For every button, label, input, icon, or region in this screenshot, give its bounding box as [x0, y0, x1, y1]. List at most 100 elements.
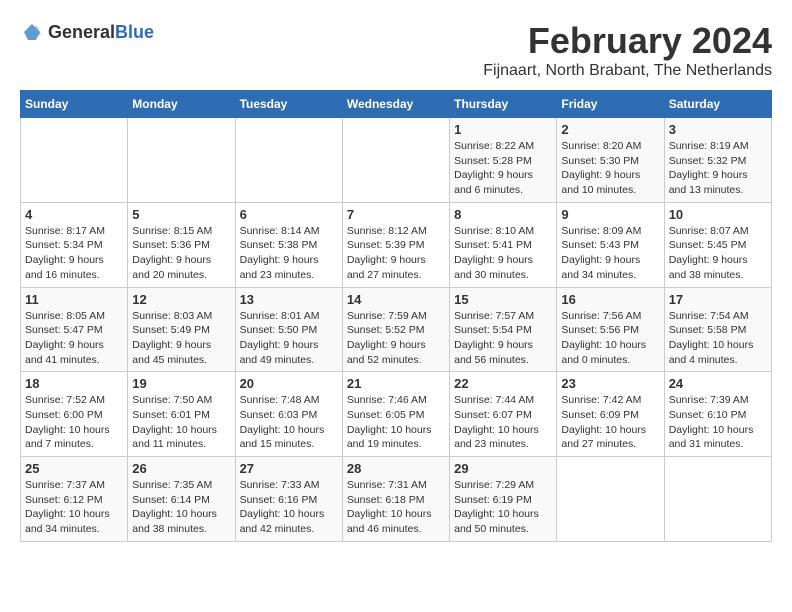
day-info: Sunrise: 8:03 AM Sunset: 5:49 PM Dayligh… — [132, 309, 230, 368]
logo: GeneralBlue — [20, 20, 154, 44]
calendar-cell: 25 Sunrise: 7:37 AM Sunset: 6:12 PM Dayli… — [21, 457, 128, 542]
calendar-cell: 14Sunrise: 7:59 AM Sunset: 5:52 PM Dayli… — [342, 287, 449, 372]
day-info: Sunrise: 8:20 AM Sunset: 5:30 PM Dayligh… — [561, 139, 659, 198]
calendar-cell — [342, 118, 449, 203]
day-number: 1 — [454, 122, 552, 137]
logo-text: GeneralBlue — [48, 22, 154, 43]
logo-general: General — [48, 22, 115, 42]
day-info: Sunrise: 8:10 AM Sunset: 5:41 PM Dayligh… — [454, 224, 552, 283]
calendar-cell: 9Sunrise: 8:09 AM Sunset: 5:43 PM Daylig… — [557, 202, 664, 287]
calendar-cell — [557, 457, 664, 542]
calendar-cell: 3 Sunrise: 8:19 AM Sunset: 5:32 PM Daylig… — [664, 118, 771, 203]
calendar-cell: 16 Sunrise: 7:56 AM Sunset: 5:56 PM Dayli… — [557, 287, 664, 372]
calendar-body: 1 Sunrise: 8:22 AM Sunset: 5:28 PM Daylig… — [21, 118, 772, 542]
day-number: 11 — [25, 292, 123, 307]
calendar-cell: 22 Sunrise: 7:44 AM Sunset: 6:07 PM Dayli… — [450, 372, 557, 457]
weekday-header-monday: Monday — [128, 91, 235, 118]
day-number: 21 — [347, 376, 445, 391]
day-info: Sunrise: 7:33 AM Sunset: 6:16 PM Dayligh… — [240, 478, 338, 537]
calendar-cell — [21, 118, 128, 203]
weekday-header-saturday: Saturday — [664, 91, 771, 118]
day-number: 16 — [561, 292, 659, 307]
day-number: 15 — [454, 292, 552, 307]
day-info: Sunrise: 7:52 AM Sunset: 6:00 PM Dayligh… — [25, 393, 123, 452]
day-number: 14 — [347, 292, 445, 307]
day-number: 4 — [25, 207, 123, 222]
calendar-table: SundayMondayTuesdayWednesdayThursdayFrid… — [20, 90, 772, 542]
day-number: 19 — [132, 376, 230, 391]
day-info: Sunrise: 7:42 AM Sunset: 6:09 PM Dayligh… — [561, 393, 659, 452]
calendar-cell: 2 Sunrise: 8:20 AM Sunset: 5:30 PM Daylig… — [557, 118, 664, 203]
weekday-header-wednesday: Wednesday — [342, 91, 449, 118]
calendar-cell: 27 Sunrise: 7:33 AM Sunset: 6:16 PM Dayli… — [235, 457, 342, 542]
day-number: 18 — [25, 376, 123, 391]
calendar-cell: 26 Sunrise: 7:35 AM Sunset: 6:14 PM Dayli… — [128, 457, 235, 542]
day-number: 3 — [669, 122, 767, 137]
calendar-cell: 23Sunrise: 7:42 AM Sunset: 6:09 PM Dayli… — [557, 372, 664, 457]
day-info: Sunrise: 7:29 AM Sunset: 6:19 PM Dayligh… — [454, 478, 552, 537]
day-info: Sunrise: 7:35 AM Sunset: 6:14 PM Dayligh… — [132, 478, 230, 537]
calendar-cell: 19 Sunrise: 7:50 AM Sunset: 6:01 PM Dayli… — [128, 372, 235, 457]
day-info: Sunrise: 7:56 AM Sunset: 5:56 PM Dayligh… — [561, 309, 659, 368]
calendar-cell: 13Sunrise: 8:01 AM Sunset: 5:50 PM Dayli… — [235, 287, 342, 372]
calendar-cell: 4 Sunrise: 8:17 AM Sunset: 5:34 PM Daylig… — [21, 202, 128, 287]
day-number: 9 — [561, 207, 659, 222]
day-info: Sunrise: 7:50 AM Sunset: 6:01 PM Dayligh… — [132, 393, 230, 452]
day-info: Sunrise: 8:17 AM Sunset: 5:34 PM Dayligh… — [25, 224, 123, 283]
day-number: 28 — [347, 461, 445, 476]
day-info: Sunrise: 7:44 AM Sunset: 6:07 PM Dayligh… — [454, 393, 552, 452]
day-number: 10 — [669, 207, 767, 222]
calendar-cell — [128, 118, 235, 203]
day-number: 17 — [669, 292, 767, 307]
day-info: Sunrise: 7:54 AM Sunset: 5:58 PM Dayligh… — [669, 309, 767, 368]
day-number: 24 — [669, 376, 767, 391]
day-number: 7 — [347, 207, 445, 222]
day-number: 26 — [132, 461, 230, 476]
calendar-header: SundayMondayTuesdayWednesdayThursdayFrid… — [21, 91, 772, 118]
calendar-cell: 11Sunrise: 8:05 AM Sunset: 5:47 PM Dayli… — [21, 287, 128, 372]
calendar-cell: 5 Sunrise: 8:15 AM Sunset: 5:36 PM Daylig… — [128, 202, 235, 287]
calendar-cell: 15Sunrise: 7:57 AM Sunset: 5:54 PM Dayli… — [450, 287, 557, 372]
calendar-cell: 6Sunrise: 8:14 AM Sunset: 5:38 PM Daylig… — [235, 202, 342, 287]
day-info: Sunrise: 8:07 AM Sunset: 5:45 PM Dayligh… — [669, 224, 767, 283]
day-number: 25 — [25, 461, 123, 476]
day-info: Sunrise: 7:46 AM Sunset: 6:05 PM Dayligh… — [347, 393, 445, 452]
day-info: Sunrise: 8:14 AM Sunset: 5:38 PM Dayligh… — [240, 224, 338, 283]
day-info: Sunrise: 7:39 AM Sunset: 6:10 PM Dayligh… — [669, 393, 767, 452]
calendar-cell: 12 Sunrise: 8:03 AM Sunset: 5:49 PM Dayli… — [128, 287, 235, 372]
calendar-cell: 20Sunrise: 7:48 AM Sunset: 6:03 PM Dayli… — [235, 372, 342, 457]
day-number: 5 — [132, 207, 230, 222]
logo-blue: Blue — [115, 22, 154, 42]
day-info: Sunrise: 7:37 AM Sunset: 6:12 PM Dayligh… — [25, 478, 123, 537]
day-info: Sunrise: 7:31 AM Sunset: 6:18 PM Dayligh… — [347, 478, 445, 537]
calendar-cell: 7 Sunrise: 8:12 AM Sunset: 5:39 PM Daylig… — [342, 202, 449, 287]
day-number: 22 — [454, 376, 552, 391]
day-number: 27 — [240, 461, 338, 476]
day-info: Sunrise: 8:19 AM Sunset: 5:32 PM Dayligh… — [669, 139, 767, 198]
calendar-cell — [664, 457, 771, 542]
day-info: Sunrise: 8:22 AM Sunset: 5:28 PM Dayligh… — [454, 139, 552, 198]
header: GeneralBlue February 2024 Fijnaart, Nort… — [20, 20, 772, 80]
day-info: Sunrise: 8:12 AM Sunset: 5:39 PM Dayligh… — [347, 224, 445, 283]
calendar-week-2: 4 Sunrise: 8:17 AM Sunset: 5:34 PM Daylig… — [21, 202, 772, 287]
weekday-row: SundayMondayTuesdayWednesdayThursdayFrid… — [21, 91, 772, 118]
weekday-header-thursday: Thursday — [450, 91, 557, 118]
day-number: 12 — [132, 292, 230, 307]
calendar-cell: 21 Sunrise: 7:46 AM Sunset: 6:05 PM Dayli… — [342, 372, 449, 457]
day-info: Sunrise: 8:15 AM Sunset: 5:36 PM Dayligh… — [132, 224, 230, 283]
day-number: 2 — [561, 122, 659, 137]
calendar-cell: 28 Sunrise: 7:31 AM Sunset: 6:18 PM Dayli… — [342, 457, 449, 542]
calendar-cell: 29Sunrise: 7:29 AM Sunset: 6:19 PM Dayli… — [450, 457, 557, 542]
weekday-header-tuesday: Tuesday — [235, 91, 342, 118]
day-number: 13 — [240, 292, 338, 307]
subtitle: Fijnaart, North Brabant, The Netherlands — [483, 62, 772, 80]
calendar-cell: 18 Sunrise: 7:52 AM Sunset: 6:00 PM Dayli… — [21, 372, 128, 457]
weekday-header-sunday: Sunday — [21, 91, 128, 118]
calendar-cell: 8Sunrise: 8:10 AM Sunset: 5:41 PM Daylig… — [450, 202, 557, 287]
calendar-week-3: 11Sunrise: 8:05 AM Sunset: 5:47 PM Dayli… — [21, 287, 772, 372]
logo-icon — [20, 20, 44, 44]
calendar-week-1: 1 Sunrise: 8:22 AM Sunset: 5:28 PM Daylig… — [21, 118, 772, 203]
weekday-header-friday: Friday — [557, 91, 664, 118]
day-info: Sunrise: 7:48 AM Sunset: 6:03 PM Dayligh… — [240, 393, 338, 452]
calendar-cell: 24 Sunrise: 7:39 AM Sunset: 6:10 PM Dayli… — [664, 372, 771, 457]
